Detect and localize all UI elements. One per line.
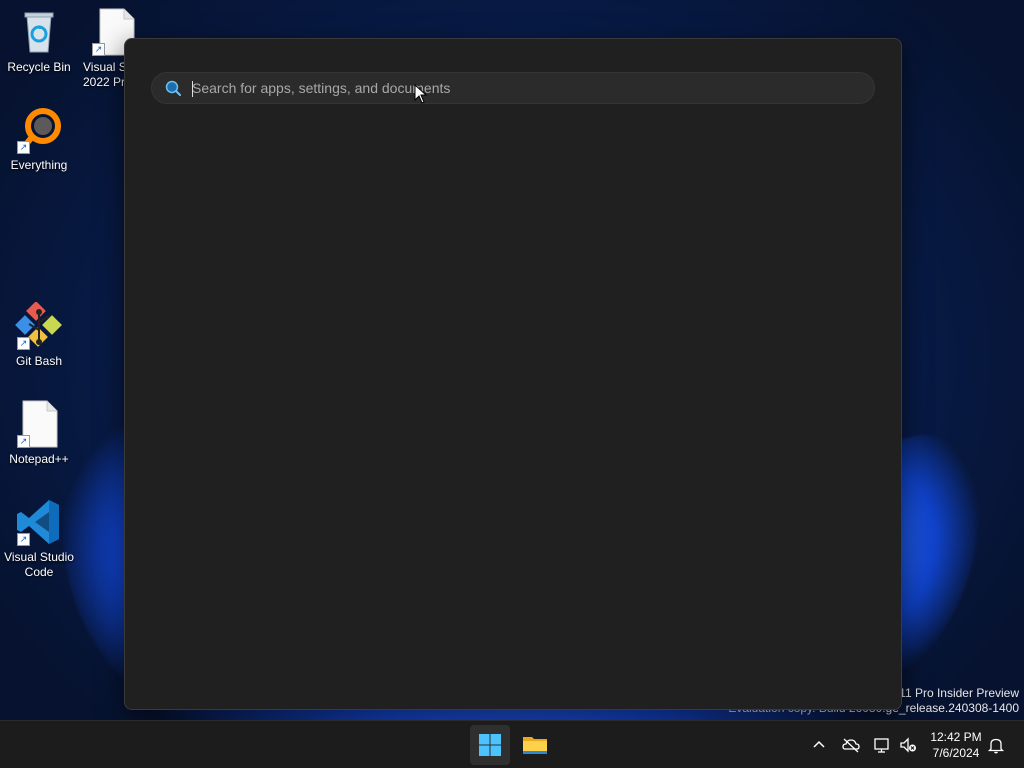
desktop-icon-recycle-bin[interactable]: Recycle Bin	[1, 8, 77, 75]
desktop-icon-visual-studio-code[interactable]: ↗ Visual Studio Code	[1, 498, 77, 580]
search-box[interactable]	[151, 72, 875, 104]
recycle-bin-icon	[15, 8, 63, 56]
speaker-muted-icon[interactable]	[898, 735, 918, 755]
shortcut-arrow-icon: ↗	[17, 141, 30, 154]
desktop-icon-label: Everything	[10, 158, 68, 172]
desktop-icon-label: Visual Studio Code	[4, 550, 74, 579]
folder-icon	[523, 737, 547, 754]
taskbar: 12:42 PM 7/6/2024	[0, 720, 1024, 768]
desktop-icon-label: Recycle Bin	[7, 60, 71, 74]
shortcut-arrow-icon: ↗	[92, 43, 105, 56]
document-icon: ↗	[15, 400, 63, 448]
search-input[interactable]	[192, 78, 852, 98]
desktop-icon-everything[interactable]: ↗ Everything	[1, 106, 77, 173]
network-display-icon[interactable]	[872, 735, 892, 755]
shortcut-arrow-icon: ↗	[17, 435, 30, 448]
shortcut-arrow-icon: ↗	[17, 533, 30, 546]
mouse-cursor-icon	[414, 83, 428, 104]
windows-start-icon	[479, 734, 501, 756]
clock-time: 12:42 PM	[930, 730, 982, 744]
text-caret	[192, 81, 193, 97]
desktop-icon-label: Git Bash	[15, 354, 63, 368]
desktop-icon-git-bash[interactable]: ↗ Git Bash	[1, 301, 77, 369]
search-flyout	[124, 38, 902, 710]
everything-search-icon: ↗	[15, 106, 63, 154]
vscode-icon: ↗	[15, 498, 63, 546]
search-icon	[165, 80, 181, 96]
desktop-icon-notepad-plus-plus[interactable]: ↗ Notepad++	[1, 400, 77, 467]
bell-icon[interactable]	[986, 735, 1006, 755]
taskbar-clock[interactable]: 12:42 PM 7/6/2024	[922, 729, 990, 761]
desktop-icon-label: Notepad++	[9, 452, 69, 466]
windows-watermark-line1: s 11 Pro Insider Preview	[889, 686, 1019, 700]
chevron-up-icon[interactable]	[809, 735, 829, 755]
cloud-offline-icon[interactable]	[841, 735, 861, 755]
taskbar-file-explorer-button[interactable]	[515, 725, 555, 765]
start-button[interactable]	[470, 725, 510, 765]
clock-date: 7/6/2024	[932, 746, 980, 760]
git-bash-icon: ↗	[15, 301, 63, 350]
shortcut-arrow-icon: ↗	[17, 337, 30, 350]
